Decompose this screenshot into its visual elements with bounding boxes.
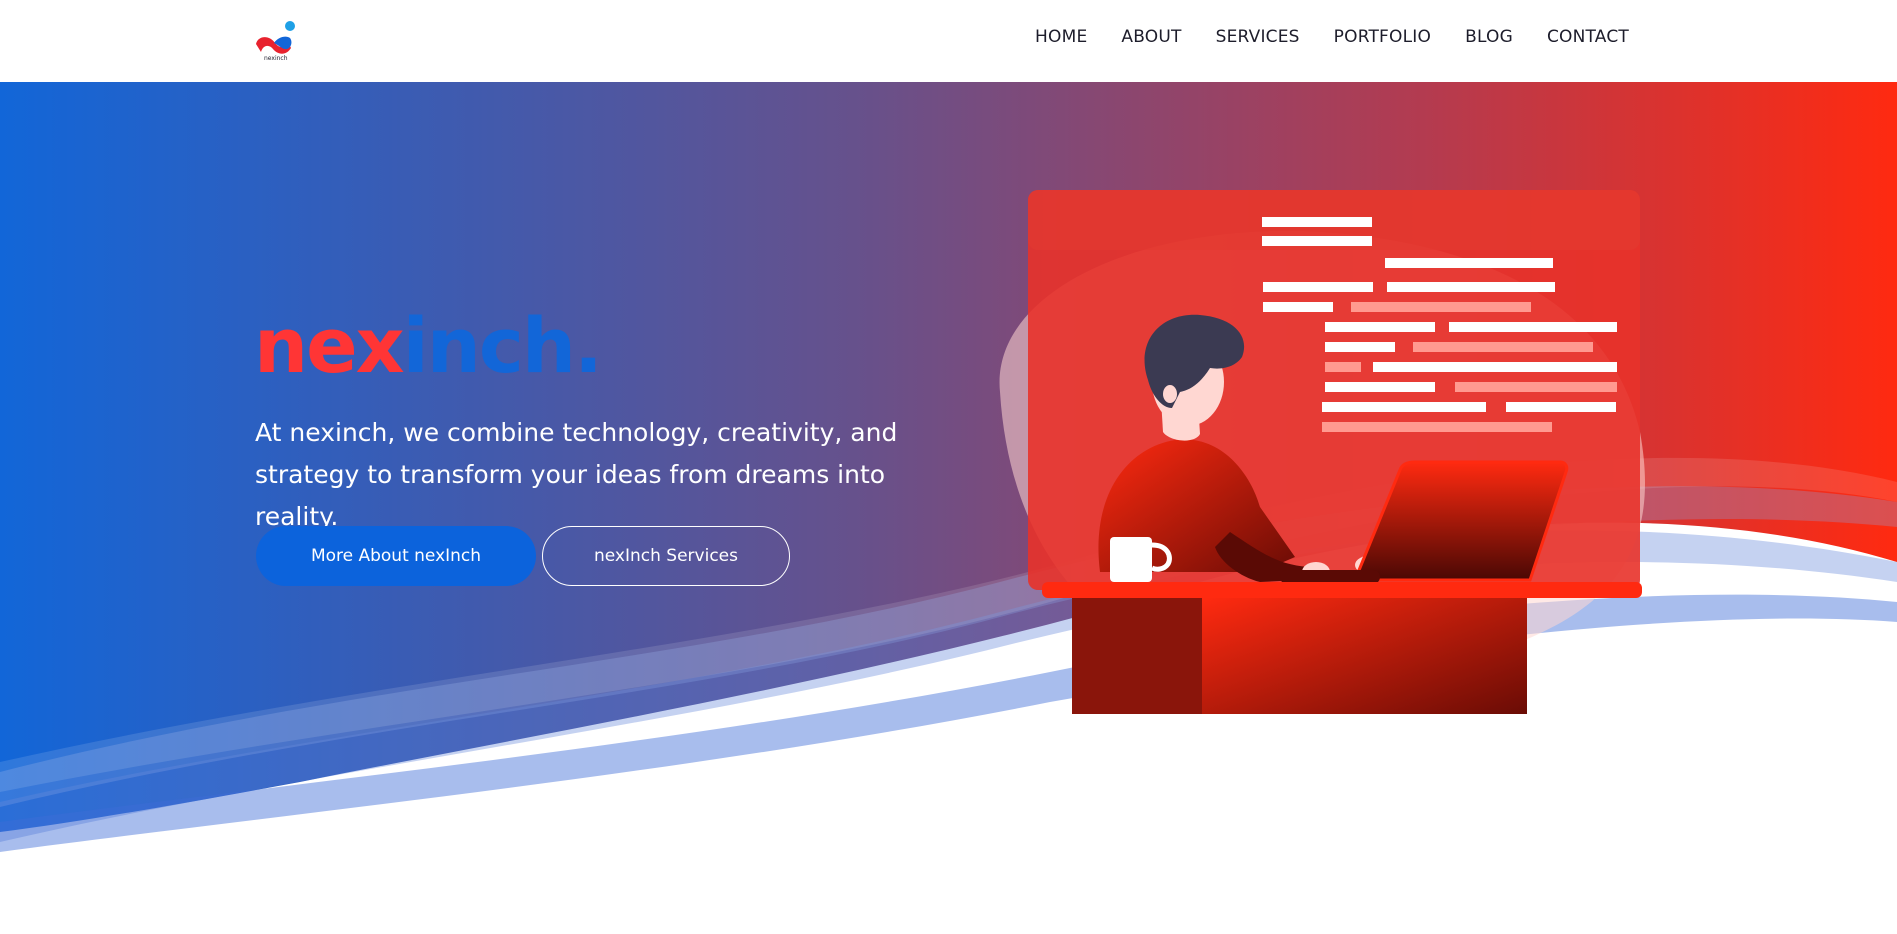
workspace-illustration (999, 190, 1645, 714)
hero-brand-title: nexinch. (254, 308, 603, 384)
nav-home[interactable]: HOME (1035, 27, 1087, 47)
nav-contact[interactable]: CONTACT (1547, 27, 1629, 47)
hero-section: nexinch. At nexinch, we combine technolo… (0, 82, 1897, 934)
site-header: nexinch HOME ABOUT SERVICES PORTFOLIO BL… (0, 0, 1897, 82)
nav-about[interactable]: ABOUT (1121, 27, 1181, 47)
brand-part-blue: inch. (402, 301, 603, 390)
brand-part-red: nex (254, 301, 405, 390)
more-about-button[interactable]: More About nexInch (256, 526, 536, 586)
nav-portfolio[interactable]: PORTFOLIO (1334, 27, 1431, 47)
nav-services[interactable]: SERVICES (1216, 27, 1300, 47)
tagline-line-1: At nexinch, we combine technology, creat… (255, 418, 898, 447)
logo-text: nexinch (264, 55, 288, 62)
nav-blog[interactable]: BLOG (1465, 27, 1513, 47)
logo-icon[interactable]: nexinch (254, 18, 300, 62)
main-nav: HOME ABOUT SERVICES PORTFOLIO BLOG CONTA… (1001, 27, 1629, 47)
hero-tagline: At nexinch, we combine technology, creat… (255, 412, 955, 538)
services-button[interactable]: nexInch Services (542, 526, 790, 586)
